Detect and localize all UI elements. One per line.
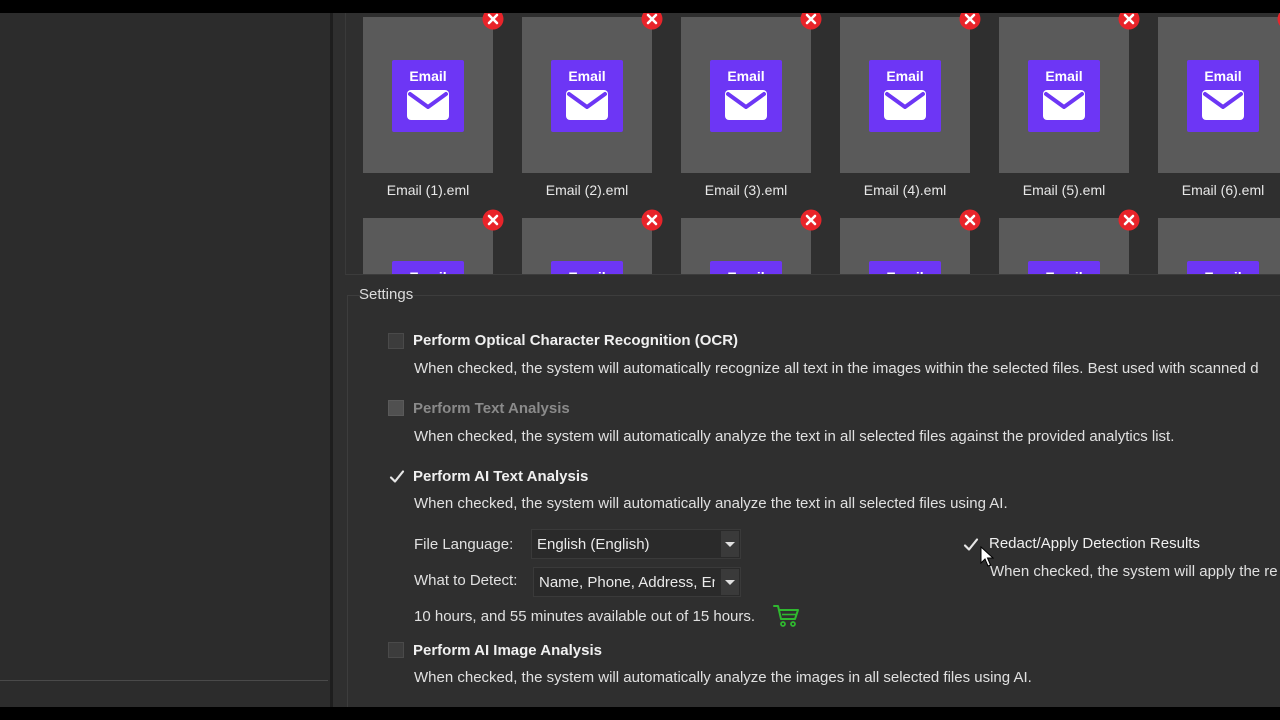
- shopping-cart-icon[interactable]: [773, 604, 801, 628]
- email-file-icon: Email: [551, 60, 623, 132]
- remove-icon[interactable]: [800, 209, 822, 231]
- mouse-cursor-icon: [980, 546, 994, 567]
- email-badge-label: Email: [392, 269, 464, 274]
- email-file-icon: Email: [1187, 261, 1259, 274]
- file-thumbnail[interactable]: Email: [522, 218, 652, 274]
- email-badge-label: Email: [1028, 269, 1100, 274]
- email-badge-label: Email: [869, 269, 941, 274]
- remove-icon[interactable]: [641, 13, 663, 30]
- email-badge-label: Email: [409, 68, 447, 84]
- email-file-icon: Email: [869, 60, 941, 132]
- what-to-detect-select[interactable]: Name, Phone, Address, Em: [533, 567, 741, 597]
- email-file-icon: Email: [710, 261, 782, 274]
- redact-label[interactable]: Redact/Apply Detection Results: [989, 535, 1200, 552]
- email-file-icon: Email: [1028, 60, 1100, 132]
- file-thumbnail[interactable]: Email: [1158, 17, 1280, 173]
- checkmark-icon: [963, 538, 979, 551]
- envelope-icon: [725, 90, 767, 120]
- file-thumbnail[interactable]: Email: [999, 218, 1129, 274]
- main-panel: Email Email (1).eml Email Email (2).eml …: [333, 13, 1280, 707]
- email-badge-label: Email: [886, 68, 924, 84]
- ocr-checkbox[interactable]: [388, 333, 404, 349]
- file-language-value: English (English): [537, 536, 650, 553]
- file-name: Email (6).eml: [1181, 182, 1265, 198]
- dropdown-arrow-icon[interactable]: [721, 569, 739, 595]
- envelope-icon: [884, 90, 926, 120]
- email-badge-label: Email: [710, 269, 782, 274]
- remove-icon[interactable]: [959, 209, 981, 231]
- email-file-icon: Email: [551, 261, 623, 274]
- file-thumbnail[interactable]: Email: [363, 218, 493, 274]
- text-analysis-description: When checked, the system will automatica…: [414, 428, 1175, 445]
- email-file-icon: Email: [392, 261, 464, 274]
- email-file-icon: Email: [1028, 261, 1100, 274]
- ai-text-analysis-description: When checked, the system will automatica…: [414, 495, 1008, 512]
- checkmark-icon: [389, 470, 405, 483]
- redact-checkbox[interactable]: [962, 536, 979, 552]
- email-file-icon: Email: [710, 60, 782, 132]
- file-thumbnail[interactable]: Email: [840, 17, 970, 173]
- file-language-select[interactable]: English (English): [531, 529, 741, 559]
- file-thumbnail[interactable]: Email: [999, 17, 1129, 173]
- email-file-icon: Email: [869, 261, 941, 274]
- file-name: Email (3).eml: [704, 182, 788, 198]
- ai-text-analysis-label[interactable]: Perform AI Text Analysis: [413, 468, 588, 485]
- file-name: Email (4).eml: [863, 182, 947, 198]
- email-file-icon: Email: [1187, 60, 1259, 132]
- ai-image-analysis-checkbox[interactable]: [388, 642, 404, 658]
- remove-icon[interactable]: [1118, 13, 1140, 30]
- file-thumbnail[interactable]: Email: [840, 218, 970, 274]
- remove-icon[interactable]: [800, 13, 822, 30]
- remove-icon[interactable]: [641, 209, 663, 231]
- envelope-icon: [407, 90, 449, 120]
- ai-image-analysis-description: When checked, the system will automatica…: [414, 669, 1032, 686]
- remove-icon[interactable]: [959, 13, 981, 30]
- text-analysis-label[interactable]: Perform Text Analysis: [413, 400, 570, 417]
- remove-icon[interactable]: [482, 209, 504, 231]
- ai-image-analysis-label[interactable]: Perform AI Image Analysis: [413, 642, 602, 659]
- email-badge-label: Email: [551, 269, 623, 274]
- ocr-description: When checked, the system will automatica…: [414, 360, 1259, 377]
- remove-icon[interactable]: [1118, 209, 1140, 231]
- ai-text-analysis-checkbox[interactable]: [388, 468, 405, 484]
- email-badge-label: Email: [1045, 68, 1083, 84]
- email-badge-label: Email: [727, 68, 765, 84]
- file-thumbnail[interactable]: Email: [1158, 218, 1280, 274]
- file-thumbnail[interactable]: Email: [363, 17, 493, 173]
- ocr-label[interactable]: Perform Optical Character Recognition (O…: [413, 332, 738, 349]
- file-language-label: File Language:: [414, 536, 514, 553]
- dropdown-arrow-icon[interactable]: [721, 531, 739, 557]
- email-badge-label: Email: [568, 68, 606, 84]
- email-badge-label: Email: [1204, 68, 1242, 84]
- redact-description: When checked, the system will apply the …: [990, 563, 1278, 580]
- what-to-detect-value: Name, Phone, Address, Em: [539, 574, 715, 591]
- envelope-icon: [1043, 90, 1085, 120]
- file-name: Email (1).eml: [386, 182, 470, 198]
- file-name: Email (5).eml: [1022, 182, 1106, 198]
- envelope-icon: [566, 90, 608, 120]
- text-analysis-checkbox[interactable]: [388, 400, 404, 416]
- file-thumbnail[interactable]: Email: [681, 17, 811, 173]
- file-thumbnail[interactable]: Email: [522, 17, 652, 173]
- left-panel-divider: [0, 680, 328, 681]
- left-panel: [0, 13, 330, 707]
- file-name: Email (2).eml: [545, 182, 629, 198]
- file-grid: Email Email (1).eml Email Email (2).eml …: [345, 13, 1280, 275]
- what-to-detect-label: What to Detect:: [414, 572, 518, 589]
- remove-icon[interactable]: [482, 13, 504, 30]
- settings-title: Settings: [359, 286, 414, 303]
- email-file-icon: Email: [392, 60, 464, 132]
- envelope-icon: [1202, 90, 1244, 120]
- usage-text: 10 hours, and 55 minutes available out o…: [414, 608, 756, 625]
- email-badge-label: Email: [1187, 269, 1259, 274]
- file-thumbnail[interactable]: Email: [681, 218, 811, 274]
